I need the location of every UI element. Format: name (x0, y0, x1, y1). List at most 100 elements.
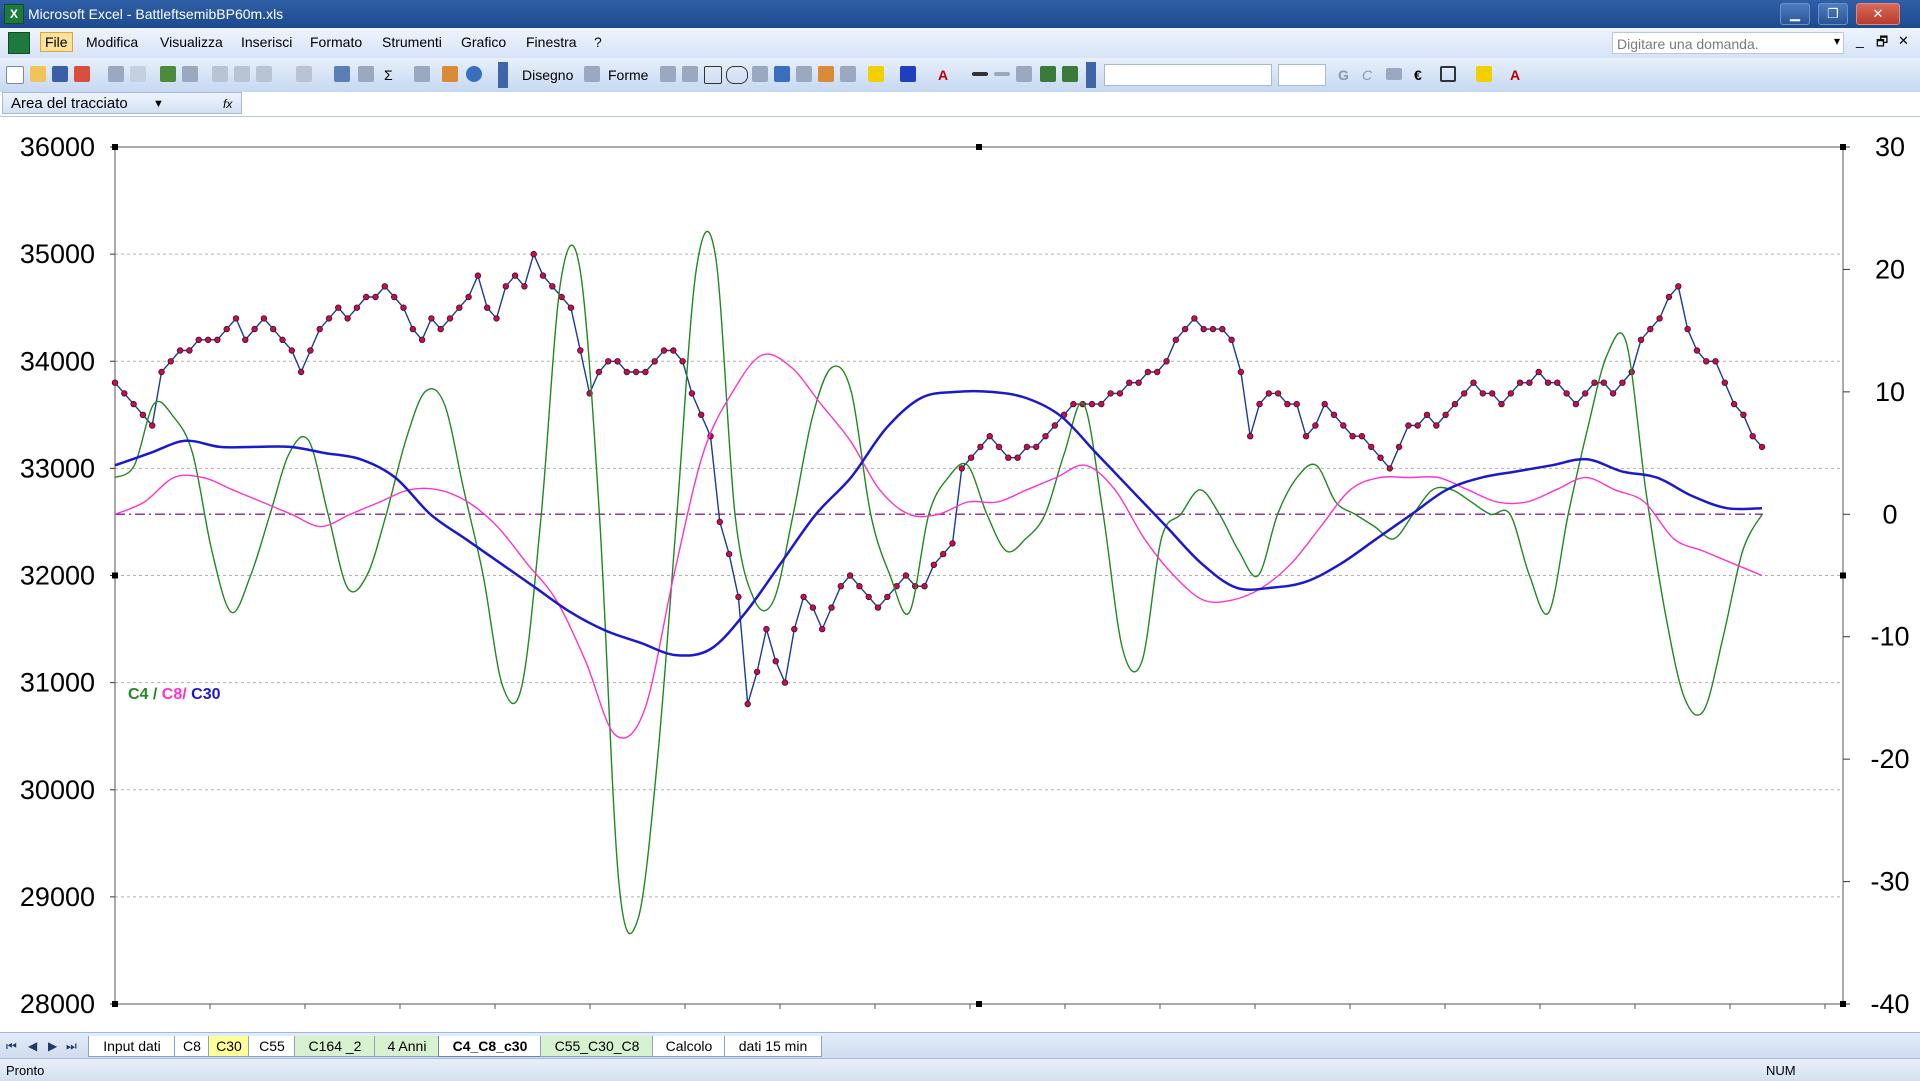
forme-button[interactable]: Forme (608, 67, 648, 83)
sheet-tab-c8[interactable]: C8 (174, 1036, 210, 1057)
shadow-style-icon[interactable] (1040, 66, 1056, 82)
ask-dropdown-icon[interactable]: ▾ (1834, 34, 1840, 48)
series-point (148, 422, 156, 429)
window-minimize-button[interactable]: ▁ (1780, 3, 1810, 25)
line-style-icon[interactable] (972, 72, 988, 76)
sheet-tab-c30[interactable]: C30 (208, 1036, 250, 1057)
sheet-tab-4-anni[interactable]: 4 Anni (374, 1036, 440, 1057)
series-point (1181, 325, 1189, 333)
sort-icon[interactable] (414, 66, 430, 82)
insert-picture-icon[interactable] (840, 66, 856, 82)
window-close-button[interactable]: ✕ (1856, 3, 1900, 25)
menu-inserisci[interactable]: Inserisci (241, 34, 292, 50)
chart-type-icon[interactable] (358, 66, 374, 82)
new-icon[interactable] (6, 66, 24, 84)
3d-style-icon[interactable] (1062, 66, 1078, 82)
sheet-tab-dati-15-min[interactable]: dati 15 min (724, 1036, 822, 1057)
sheet-tab-input-dati[interactable]: Input dati (88, 1036, 176, 1057)
series-point (1479, 390, 1486, 397)
cut-icon[interactable] (212, 66, 228, 82)
disegno-button[interactable]: Disegno (522, 67, 573, 83)
textbox-icon[interactable] (752, 66, 768, 82)
sheet-tab-c4-c8-c30[interactable]: C4_C8_c30 (438, 1036, 542, 1057)
menu-modifica[interactable]: Modifica (86, 34, 138, 50)
diagram-icon[interactable] (796, 66, 812, 82)
menu-strumenti[interactable]: Strumenti (382, 34, 442, 50)
y-left-tick-label: 29000 (20, 882, 95, 912)
sheet-tab-c55[interactable]: C55 (248, 1036, 296, 1057)
toolbar-options-icon[interactable] (498, 62, 508, 88)
borders-icon[interactable] (1440, 66, 1456, 82)
menu-formato[interactable]: Formato (310, 34, 362, 50)
font-name-combo[interactable] (1104, 64, 1272, 86)
doc-restore-button[interactable]: 🗗 (1876, 33, 1888, 55)
euro-button[interactable]: € (1414, 67, 1422, 83)
menu-finestra[interactable]: Finestra (526, 34, 577, 50)
series-point (1526, 379, 1533, 386)
series-point (1395, 443, 1403, 451)
rectangle-icon[interactable] (704, 66, 722, 84)
next-sheet-icon[interactable]: ▶ (48, 1039, 57, 1053)
fill-color-icon[interactable] (868, 66, 884, 82)
autosum-icon[interactable]: Σ (384, 67, 393, 83)
print-icon[interactable] (108, 66, 124, 82)
selection-handle (1840, 144, 1846, 150)
chart-area[interactable]: 36000 35000 34000 33000 32000 31000 30000 29000… (0, 117, 1920, 1032)
spelling-icon[interactable] (160, 66, 176, 82)
series-point (632, 368, 640, 376)
sheet-tab-c164-2[interactable]: C164 _2 (294, 1036, 376, 1057)
name-box[interactable]: Area del tracciato ▼ fx (2, 92, 242, 114)
prev-sheet-icon[interactable]: ◀ (28, 1039, 37, 1053)
bold-button[interactable]: G (1338, 67, 1349, 83)
undo-icon[interactable] (296, 66, 312, 82)
cell-fill-icon[interactable] (1476, 66, 1492, 82)
open-icon[interactable] (30, 66, 46, 82)
align-icon[interactable] (1386, 68, 1402, 80)
oval-icon[interactable] (726, 66, 748, 84)
font-color-icon[interactable]: A (938, 67, 948, 83)
permission-icon[interactable] (74, 66, 90, 82)
excel-app-icon[interactable]: X (4, 4, 24, 24)
chart-wizard-icon[interactable] (442, 66, 458, 82)
italic-button[interactable]: C (1362, 67, 1372, 83)
fx-icon[interactable]: fx (223, 93, 232, 115)
name-box-dropdown-icon[interactable]: ▼ (153, 93, 164, 115)
series-point (1451, 400, 1459, 408)
sheet-tab-c55-c30-c8[interactable]: C55_C30_C8 (540, 1036, 654, 1057)
arrow-icon[interactable] (682, 66, 698, 82)
menu-help[interactable]: ? (594, 34, 602, 50)
series-point (446, 315, 454, 322)
first-sheet-icon[interactable]: ⏮ (6, 1039, 17, 1054)
select-objects-icon[interactable] (584, 66, 600, 82)
window-restore-button[interactable]: ❐ (1818, 3, 1848, 25)
research-icon[interactable] (182, 66, 198, 82)
font-size-combo[interactable] (1278, 64, 1326, 86)
menu-visualizza[interactable]: Visualizza (160, 34, 223, 50)
series-line (114, 389, 1763, 657)
wordart-icon[interactable] (774, 66, 790, 82)
line-icon[interactable] (660, 66, 676, 82)
doc-close-button[interactable]: ✕ (1898, 33, 1909, 49)
workbook-icon[interactable] (8, 32, 30, 54)
save-icon[interactable] (52, 66, 68, 82)
line-color-icon[interactable] (900, 66, 916, 82)
print-preview-icon[interactable] (130, 66, 146, 82)
dash-style-icon[interactable] (994, 72, 1010, 76)
menu-file[interactable]: File (40, 32, 73, 52)
cell-font-color-icon[interactable]: A (1510, 67, 1520, 83)
series-point (698, 411, 705, 418)
drawing-options-icon[interactable] (1086, 62, 1096, 88)
sheet-tab-calcolo[interactable]: Calcolo (652, 1036, 726, 1057)
chart-svg[interactable]: 36000 35000 34000 33000 32000 31000 30000 29000… (0, 117, 1920, 1032)
paste-icon[interactable] (256, 66, 272, 82)
last-sheet-icon[interactable]: ⏭ (66, 1039, 77, 1054)
copy-icon[interactable] (234, 66, 250, 82)
series-point (1442, 411, 1449, 418)
arrow-style-icon[interactable] (1016, 66, 1032, 82)
doc-minimize-button[interactable]: _ (1856, 32, 1864, 48)
clipart-icon[interactable] (818, 66, 834, 82)
menu-grafico[interactable]: Grafico (461, 34, 506, 50)
ask-question-input[interactable]: Digitare una domanda. (1612, 32, 1844, 54)
hyperlink-icon[interactable] (334, 66, 350, 82)
help-icon[interactable] (466, 66, 482, 82)
